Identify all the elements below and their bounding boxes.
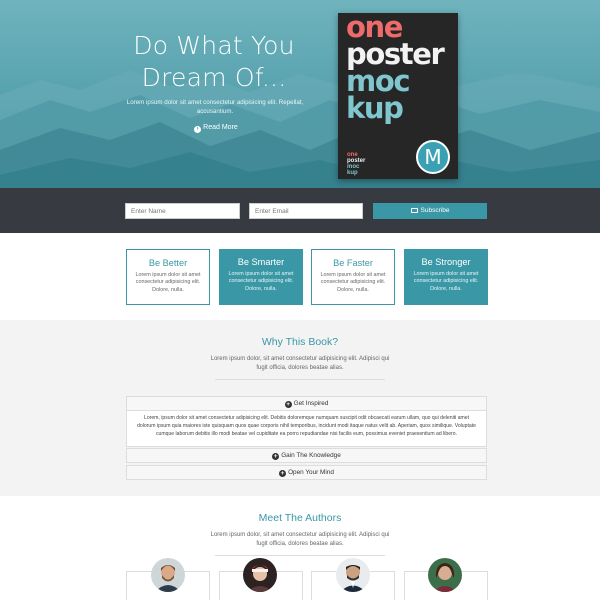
envelope-icon <box>410 207 418 213</box>
accordion-header-open-mind[interactable]: + Open Your Mind <box>126 465 487 480</box>
subscribe-button-label: Subscribe <box>420 207 450 214</box>
subscribe-button[interactable]: Subscribe <box>373 203 487 219</box>
poster-badge: M <box>416 140 450 174</box>
author-avatar <box>336 558 370 592</box>
hero-title-line1: Do What You <box>133 31 295 60</box>
feature-description: Lorem ipsum dolor sit amet consectetur a… <box>135 272 201 293</box>
author-avatar <box>243 558 277 592</box>
name-input[interactable] <box>125 203 240 219</box>
arrow-right-icon: › <box>194 126 202 133</box>
hero-title-line2: Dream Of... <box>141 63 287 92</box>
feature-description: Lorem ipsum dolor sit amet consectetur a… <box>320 272 386 293</box>
accordion-header-gain-knowledge[interactable]: + Gain The Knowledge <box>126 448 487 463</box>
feature-card: Be Stronger Lorem ipsum dolor sit amet c… <box>404 249 488 305</box>
feature-description: Lorem ipsum dolor sit amet consectetur a… <box>228 271 294 292</box>
accordion-header-get-inspired[interactable]: + Get Inspired <box>126 396 487 411</box>
why-title: Why This Book? <box>261 336 339 348</box>
plus-circle-icon: + <box>284 401 292 408</box>
feature-title: Be Better <box>148 258 188 268</box>
feature-card: Be Better Lorem ipsum dolor sit amet con… <box>126 249 210 305</box>
authors-title: Meet The Authors <box>258 512 342 524</box>
feature-title: Be Stronger <box>421 257 471 267</box>
feature-title: Be Faster <box>333 258 373 268</box>
why-section: Why This Book? Lorem ipsum dolor, sit am… <box>0 320 600 496</box>
poster-mockup-image: one poster moc kup one poster moc kup M <box>338 13 458 179</box>
feature-description: Lorem ipsum dolor sit amet consectetur a… <box>413 271 479 292</box>
email-input[interactable] <box>249 203 363 219</box>
authors-section: Meet The Authors Lorem ipsum dolor, sit … <box>0 496 600 600</box>
hero-subtitle: Lorem ipsum dolor sit amet consectetur a… <box>126 99 304 115</box>
read-more-link[interactable]: › Read More <box>188 123 244 133</box>
subscribe-bar: Subscribe <box>0 188 600 233</box>
poster-mini-line4: kup <box>347 170 358 176</box>
accordion-label: Get Inspired <box>293 400 329 407</box>
author-avatar <box>428 558 462 592</box>
mountain-background <box>0 70 600 188</box>
plus-circle-icon: + <box>272 453 280 460</box>
hero-section: Do What You Dream Of... Lorem ipsum dolo… <box>0 0 600 188</box>
authors-subtitle: Lorem ipsum dolor, sit amet consectetur … <box>210 532 390 547</box>
authors-divider <box>215 555 385 556</box>
accordion-body-get-inspired: Lorem, ipsum dolor sit amet consectetur … <box>126 411 487 447</box>
why-subtitle: Lorem ipsum dolor, sit amet consectetur … <box>210 356 390 371</box>
feature-card: Be Smarter Lorem ipsum dolor sit amet co… <box>219 249 303 305</box>
accordion-label: Open Your Mind <box>288 469 334 476</box>
why-divider <box>215 379 385 380</box>
feature-title: Be Smarter <box>237 257 285 267</box>
poster-text-line4: kup <box>346 91 404 125</box>
plus-circle-icon: + <box>279 470 287 477</box>
hero-title: Do What You Dream Of... <box>106 30 322 94</box>
features-section: Be Better Lorem ipsum dolor sit amet con… <box>0 233 600 320</box>
author-avatar <box>151 558 185 592</box>
poster-mini-logo: one poster moc kup <box>347 152 365 176</box>
read-more-label: Read More <box>203 124 238 131</box>
accordion-label: Gain The Knowledge <box>281 452 341 459</box>
feature-card: Be Faster Lorem ipsum dolor sit amet con… <box>311 249 395 305</box>
